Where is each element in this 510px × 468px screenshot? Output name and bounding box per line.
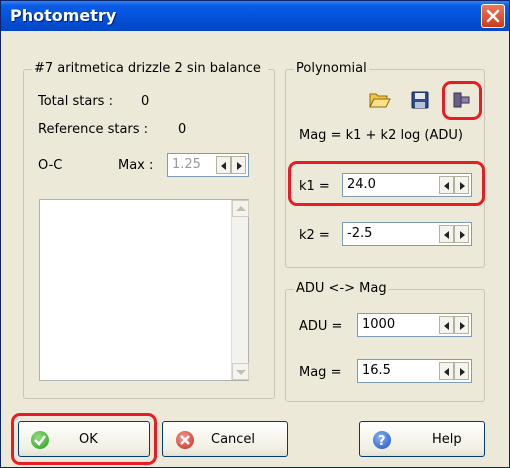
apply-icon[interactable] — [452, 91, 472, 109]
scroll-down-icon[interactable] — [232, 363, 249, 380]
k2-value: -2.5 — [347, 226, 373, 241]
close-icon — [486, 9, 500, 23]
help-label: Help — [432, 432, 462, 447]
k2-decrement-button[interactable] — [439, 225, 454, 243]
title-bar[interactable]: Photometry — [1, 1, 509, 31]
polynomial-title: Polynomial — [294, 61, 369, 76]
adu-mag-group: ADU <-> Mag — [285, 281, 485, 402]
ok-button[interactable]: OK — [18, 421, 150, 457]
window-title: Photometry — [10, 6, 117, 25]
check-icon — [31, 431, 49, 449]
max-value: 1.25 — [172, 157, 201, 172]
adu-value: 1000 — [362, 317, 396, 332]
adu-increment-button[interactable] — [454, 316, 469, 334]
help-icon: ? — [373, 431, 391, 449]
total-stars-label: Total stars : — [38, 94, 113, 109]
k1-decrement-button[interactable] — [439, 176, 454, 194]
adu-decrement-button[interactable] — [439, 316, 454, 334]
reference-stars-value: 0 — [178, 122, 187, 137]
mag-label: Mag = — [299, 365, 342, 380]
adu-label: ADU = — [299, 319, 343, 334]
ok-label: OK — [79, 432, 98, 447]
photometry-dialog: Photometry #7 aritmetica drizzle 2 sin b… — [0, 0, 510, 468]
polynomial-formula: Mag = k1 + k2 log (ADU) — [299, 128, 463, 143]
cancel-icon — [176, 431, 194, 449]
oc-list[interactable] — [39, 199, 249, 381]
help-button[interactable]: ? Help — [359, 421, 485, 457]
max-decrement-button[interactable] — [216, 156, 231, 174]
max-stepper[interactable]: 1.25 — [167, 153, 249, 177]
oc-list-scrollbar[interactable] — [231, 200, 249, 380]
adu-stepper[interactable]: 1000 — [357, 313, 472, 337]
k2-increment-button[interactable] — [454, 225, 469, 243]
save-disk-icon[interactable] — [411, 91, 429, 109]
cancel-button[interactable]: Cancel — [162, 421, 288, 457]
left-group-title: #7 aritmetica drizzle 2 sin balance — [32, 61, 268, 76]
oc-label: O-C — [38, 158, 63, 173]
total-stars-value: 0 — [141, 94, 150, 109]
k2-label: k2 = — [299, 228, 330, 243]
k1-value: 24.0 — [347, 177, 376, 192]
reference-stars-label: Reference stars : — [38, 122, 149, 137]
k1-stepper[interactable]: 24.0 — [342, 173, 472, 197]
svg-text:?: ? — [378, 434, 386, 449]
open-folder-icon[interactable] — [369, 91, 391, 109]
max-label: Max : — [118, 158, 154, 173]
scroll-up-icon[interactable] — [232, 200, 249, 217]
max-increment-button[interactable] — [231, 156, 246, 174]
mag-decrement-button[interactable] — [439, 362, 454, 380]
mag-stepper[interactable]: 16.5 — [357, 359, 472, 383]
k1-increment-button[interactable] — [454, 176, 469, 194]
close-button[interactable] — [481, 4, 505, 28]
mag-increment-button[interactable] — [454, 362, 469, 380]
adu-mag-title: ADU <-> Mag — [294, 281, 389, 296]
mag-value: 16.5 — [362, 363, 391, 378]
cancel-label: Cancel — [211, 432, 256, 447]
k2-stepper[interactable]: -2.5 — [342, 222, 472, 246]
k1-label: k1 = — [299, 179, 330, 194]
